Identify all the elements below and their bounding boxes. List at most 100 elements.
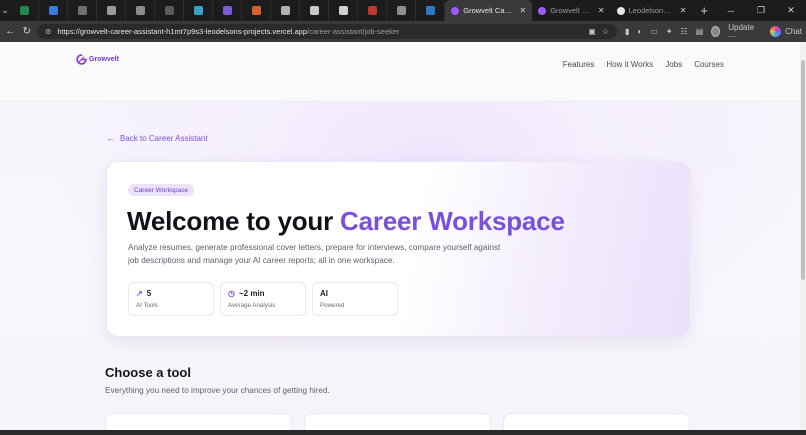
stat-average-analysis: ◷ ~2 min Average Analysis: [220, 282, 306, 316]
tools-section-title: Choose a tool: [105, 365, 191, 380]
main-nav: Features How it Works Jobs Courses: [563, 60, 724, 69]
stat-label: Average Analysis: [228, 302, 276, 309]
tab-growvelt-find[interactable]: Growvelt - Find J ✕: [532, 0, 610, 21]
growvelt-logo-icon: [76, 54, 87, 65]
close-tab-icon[interactable]: ✕: [519, 6, 526, 15]
pinned-tab[interactable]: [184, 0, 214, 21]
extension-icon[interactable]: ▮: [625, 27, 629, 36]
arrow-left-icon: ←: [106, 133, 115, 143]
tab-search-icon[interactable]: ⌄: [0, 0, 10, 21]
scrollbar-thumb[interactable]: [801, 60, 805, 280]
hero-description: Analyze resumes, generate professional c…: [128, 243, 501, 265]
tool-card[interactable]: [105, 413, 292, 430]
browser-tab-bar: ⌄ Growvelt Career A ✕ Growvelt - Find J …: [0, 0, 806, 21]
growvelt-favicon-icon: [451, 6, 460, 15]
address-bar[interactable]: ⚙ https://growvelt-career-assistant-h1mt…: [37, 24, 618, 39]
back-icon[interactable]: ←: [4, 26, 17, 37]
cast-icon[interactable]: ▤: [696, 27, 704, 36]
welcome-card: Career Workspace Welcome to your Career …: [106, 161, 690, 337]
close-tab-icon[interactable]: ✕: [680, 6, 687, 15]
tool-card[interactable]: [503, 413, 690, 430]
stat-ai-powered: AI Powered: [312, 282, 398, 316]
update-button[interactable]: Update ⋯: [728, 23, 756, 41]
close-tab-icon[interactable]: ✕: [598, 6, 605, 15]
pinned-tab[interactable]: [68, 0, 98, 21]
pinned-tab[interactable]: [416, 0, 446, 21]
install-app-icon[interactable]: ▣: [588, 27, 596, 36]
trend-up-icon: ↗: [136, 289, 143, 298]
chat-label: Chat: [785, 27, 802, 36]
profile-avatar[interactable]: [711, 26, 721, 37]
omnibox-actions: ▣ ☆: [588, 27, 609, 36]
back-link[interactable]: ← Back to Career Assistant: [106, 133, 208, 143]
minimize-icon[interactable]: ─: [716, 0, 746, 21]
pinned-tab[interactable]: [10, 0, 40, 21]
web-page: Growvelt Features How it Works Jobs Cour…: [0, 42, 800, 430]
close-window-icon[interactable]: ✕: [776, 0, 806, 21]
url-host: https://growvelt-career-assistant-h1mt7p…: [57, 27, 308, 36]
tab-github[interactable]: Leodelson/growv ✕: [611, 0, 693, 21]
site-header: Growvelt Features How it Works Jobs Cour…: [0, 42, 800, 102]
nav-courses[interactable]: Courses: [694, 60, 724, 69]
maximize-icon[interactable]: ❐: [746, 0, 776, 21]
page-scrollbar[interactable]: [800, 42, 806, 430]
tab-title: Leodelson/growv: [628, 6, 673, 15]
tools-section-subtitle: Everything you need to improve your chan…: [105, 386, 330, 395]
pinned-tab[interactable]: [155, 0, 185, 21]
pinned-tab-favicon-icon: [396, 6, 406, 15]
stat-value: ~2 min: [238, 289, 265, 298]
url-path: /career-assistant/job-seeker: [307, 27, 400, 36]
pinned-tabs: [10, 0, 446, 21]
back-link-label: Back to Career Assistant: [120, 133, 208, 143]
brand-name: Growvelt: [89, 56, 119, 63]
nav-how-it-works[interactable]: How it Works: [606, 60, 653, 69]
pinned-tab[interactable]: [358, 0, 388, 21]
pinned-tab-favicon-icon: [222, 6, 232, 15]
tool-card[interactable]: [304, 413, 491, 430]
pinned-tab-favicon-icon: [135, 6, 145, 15]
site-info-icon[interactable]: ⚙: [45, 28, 51, 36]
pinned-tab-favicon-icon: [251, 6, 261, 15]
nav-features[interactable]: Features: [563, 60, 595, 69]
pinned-tab-favicon-icon: [280, 6, 290, 15]
pinned-tab[interactable]: [387, 0, 417, 21]
pinned-tab-favicon-icon: [425, 6, 435, 15]
reading-list-icon[interactable]: ☷: [681, 27, 688, 36]
chat-button[interactable]: Chat: [770, 26, 802, 37]
growvelt-favicon-icon: [538, 6, 547, 15]
new-tab-button[interactable]: +: [692, 3, 716, 18]
pinned-tab-favicon-icon: [193, 6, 203, 15]
brand-logo[interactable]: Growvelt: [76, 54, 119, 65]
pinned-tab-favicon-icon: [19, 6, 29, 15]
pinned-tab-favicon-icon: [309, 6, 319, 15]
pinned-tab[interactable]: [126, 0, 156, 21]
address-toolbar: ← ↻ ⚙ https://growvelt-career-assistant-…: [0, 21, 806, 42]
extensions: ▮ ◐ ▭ ✦ ☷ ▤ Update ⋯ Chat: [625, 23, 802, 41]
url-text: https://growvelt-career-assistant-h1mt7p…: [57, 27, 399, 36]
tab-growvelt-career[interactable]: Growvelt Career A ✕: [445, 0, 533, 21]
workspace-badge: Career Workspace: [128, 184, 195, 196]
pinned-tab[interactable]: [329, 0, 359, 21]
pinned-tab[interactable]: [39, 0, 69, 21]
pinned-tab[interactable]: [300, 0, 330, 21]
title-main: Welcome to your: [127, 206, 341, 236]
github-favicon-icon: [616, 6, 625, 15]
window-bottom-edge: [0, 430, 806, 435]
update-label: Update: [728, 22, 755, 32]
reload-icon[interactable]: ↻: [21, 26, 34, 37]
pinned-tab-favicon-icon: [48, 6, 58, 15]
pinned-tab[interactable]: [242, 0, 272, 21]
stat-value: 5: [146, 289, 152, 298]
extension-icon[interactable]: ▭: [650, 27, 658, 36]
pinned-tab[interactable]: [213, 0, 243, 21]
pinned-tab-favicon-icon: [367, 6, 377, 15]
extension-icon[interactable]: ◐: [637, 27, 642, 36]
extensions-puzzle-icon[interactable]: ✦: [666, 27, 673, 36]
clock-icon: ◷: [228, 289, 235, 298]
pinned-tab[interactable]: [97, 0, 127, 21]
pinned-tab[interactable]: [271, 0, 301, 21]
stat-value: AI: [320, 289, 328, 298]
window-controls: ─ ❐ ✕: [716, 0, 806, 21]
nav-jobs[interactable]: Jobs: [665, 60, 682, 69]
bookmark-star-icon[interactable]: ☆: [602, 27, 609, 36]
